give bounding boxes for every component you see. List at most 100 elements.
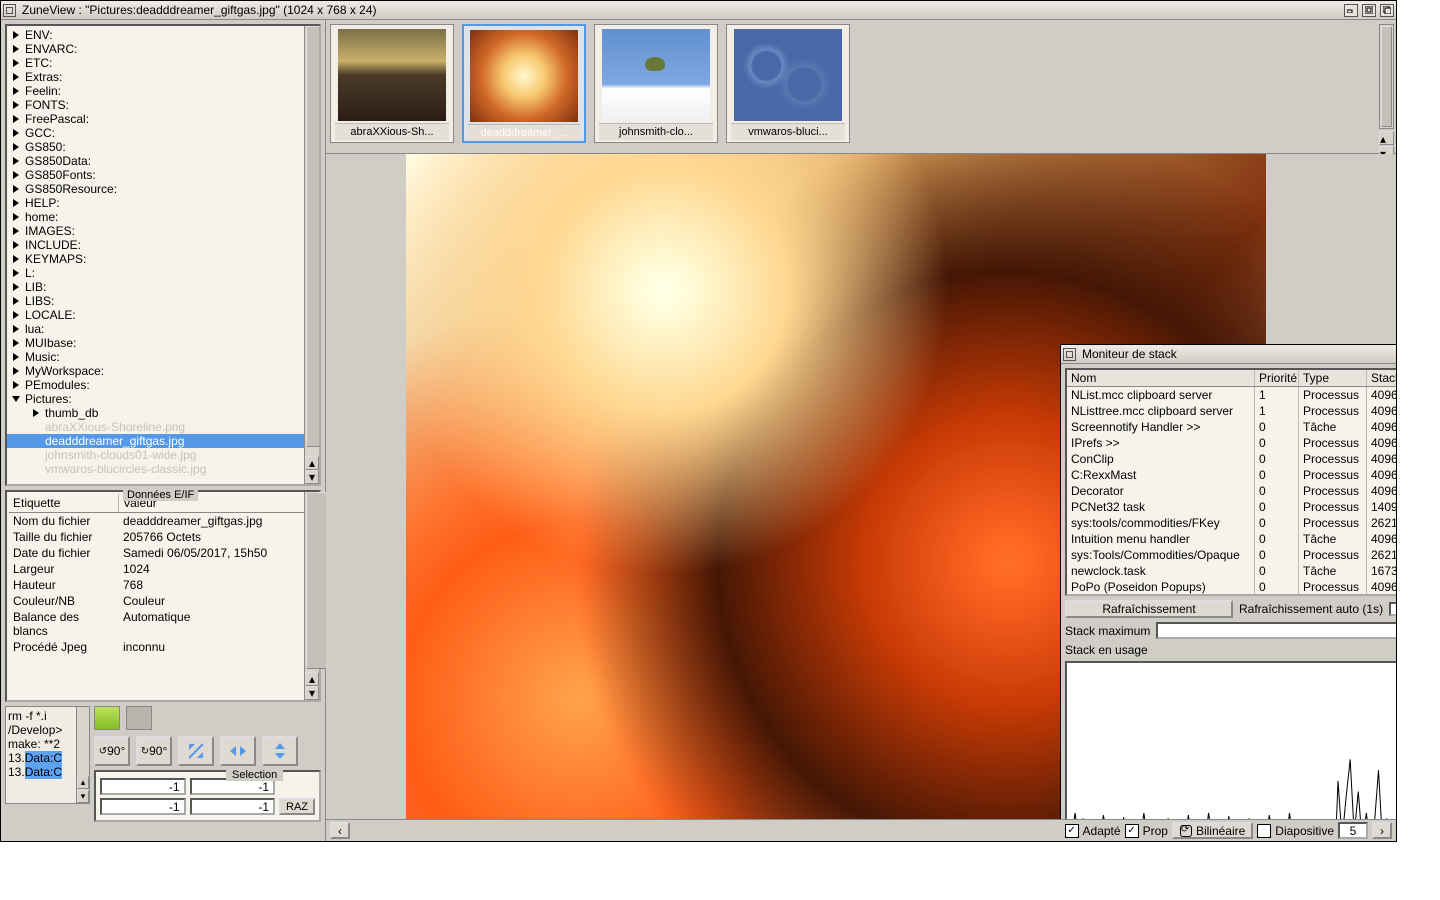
expand-icon[interactable] (13, 353, 19, 361)
shell-overlay[interactable]: rm -f *.i/Develop>make: **213.Data:C13.D… (5, 706, 90, 804)
expand-icon[interactable] (13, 381, 19, 389)
tree-item[interactable]: ETC: (7, 56, 319, 70)
main-titlebar[interactable]: ZuneView : "Pictures:deadddreamer_giftga… (1, 1, 1396, 20)
flip-diag-button[interactable] (178, 736, 214, 766)
raz-button[interactable]: RAZ (279, 798, 315, 815)
tree-item[interactable]: LIBS: (7, 294, 319, 308)
process-row[interactable]: sys:Tools/Commodities/Opaque0Processus26… (1067, 547, 1396, 563)
sysmenu-icon[interactable] (1063, 348, 1076, 361)
selection-x2[interactable]: -1 (100, 798, 186, 815)
tree-item[interactable]: ENVARC: (7, 42, 319, 56)
tree-item[interactable]: johnsmith-clouds01-wide.jpg (7, 448, 319, 462)
sysmenu-icon[interactable] (3, 4, 16, 17)
tree-item[interactable]: GCC: (7, 126, 319, 140)
refresh-button[interactable]: Rafraîchissement (1065, 600, 1233, 618)
expand-icon[interactable] (13, 157, 19, 165)
rotate-left-button[interactable]: ↺90° (94, 736, 130, 766)
thumbnail[interactable]: deadddreamer_... (462, 24, 586, 143)
tree-item[interactable]: ENV: (7, 28, 319, 42)
thumb-scrollbar[interactable] (1379, 24, 1394, 129)
scroll-down-icon[interactable]: ▾ (77, 790, 89, 803)
tree-item[interactable]: GS850Resource: (7, 182, 319, 196)
expand-icon[interactable] (13, 297, 19, 305)
stackmon-titlebar[interactable]: Moniteur de stack (1061, 345, 1396, 364)
thumbnail[interactable]: abraXXious-Sh... (330, 24, 454, 143)
stack-monitor-window[interactable]: Moniteur de stack Nom Priorité (1060, 344, 1396, 819)
tree-item[interactable]: FreePascal: (7, 112, 319, 126)
selection-y2[interactable]: -1 (190, 798, 276, 815)
flip-horiz-button[interactable] (220, 736, 256, 766)
process-row[interactable]: NListtree.mcc clipboard server1Processus… (1067, 403, 1396, 419)
process-row[interactable]: ConClip0Processus40960 (1067, 451, 1396, 467)
tree-item[interactable]: abraXXious-Shoreline.png (7, 420, 319, 434)
exif-scrollbar[interactable]: ▴ ▾ (304, 492, 319, 700)
tree-item[interactable]: Extras: (7, 70, 319, 84)
expand-icon[interactable] (13, 45, 19, 53)
expand-icon[interactable] (12, 396, 20, 402)
scroll-down-icon[interactable]: ▾ (305, 686, 319, 700)
adapte-checkbox[interactable]: ✓Adapté (1065, 824, 1121, 838)
tree-scrollbar[interactable]: ▴ ▾ (304, 26, 319, 484)
scroll-up-icon[interactable]: ▴ (305, 672, 319, 686)
scroll-up-icon[interactable]: ▴ (305, 456, 319, 470)
tree-item[interactable]: Music: (7, 350, 319, 364)
process-row[interactable]: C:RexxMast0Processus40960 (1067, 467, 1396, 483)
expand-icon[interactable] (13, 171, 19, 179)
process-row[interactable]: PoPo (Poseidon Popups)0Processus40960 (1067, 579, 1396, 595)
tree-item[interactable]: HELP: (7, 196, 319, 210)
tree-item[interactable]: LOCALE: (7, 308, 319, 322)
tree-item[interactable]: L: (7, 266, 319, 280)
tree-item[interactable]: lua: (7, 322, 319, 336)
tree-item[interactable]: vmwaros-blucircles-classic.jpg (7, 462, 319, 476)
process-row[interactable]: Screennotify Handler >>0Tâche40960 (1067, 419, 1396, 435)
volume-tree[interactable]: ENV:ENVARC:ETC:Extras:Feelin:FONTS:FreeP… (5, 24, 321, 486)
prop-checkbox[interactable]: ✓Prop (1125, 824, 1168, 838)
expand-icon[interactable] (13, 87, 19, 95)
expand-icon[interactable] (13, 269, 19, 277)
filter-cycle[interactable]: Bilinéaire (1172, 822, 1253, 839)
expand-icon[interactable] (13, 73, 19, 81)
expand-icon[interactable] (13, 241, 19, 249)
flip-vert-button[interactable] (262, 736, 298, 766)
tree-item[interactable]: LIB: (7, 280, 319, 294)
process-row[interactable]: PCNet32 task0Processus140960 (1067, 499, 1396, 515)
tree-item[interactable]: MUIbase: (7, 336, 319, 350)
col-priorite[interactable]: Priorité (1255, 370, 1299, 386)
expand-icon[interactable] (13, 59, 19, 67)
col-type[interactable]: Type (1299, 370, 1367, 386)
selection-x1[interactable]: -1 (100, 778, 186, 795)
tree-item[interactable]: GS850: (7, 140, 319, 154)
tree-item[interactable]: GS850Fonts: (7, 168, 319, 182)
tree-item[interactable]: PEmodules: (7, 378, 319, 392)
process-row[interactable]: IPrefs >>0Processus40960 (1067, 435, 1396, 451)
tree-item[interactable]: INCLUDE: (7, 238, 319, 252)
thumbnail[interactable]: johnsmith-clo... (594, 24, 718, 143)
col-stack[interactable]: Stack allouée (1367, 370, 1396, 386)
process-row[interactable]: Intuition menu handler0Tâche40960 (1067, 531, 1396, 547)
tree-item[interactable]: Feelin: (7, 84, 319, 98)
scroll-up-icon[interactable]: ▴ (77, 776, 89, 789)
process-row[interactable]: NList.mcc clipboard server1Processus4096… (1067, 387, 1396, 403)
thumb-scroll-up[interactable]: ▴ (1379, 131, 1394, 145)
prev-image-button[interactable]: ‹ (330, 822, 350, 839)
expand-icon[interactable] (13, 101, 19, 109)
expand-icon[interactable] (13, 311, 19, 319)
auto-refresh-checkbox[interactable] (1389, 602, 1396, 616)
process-list[interactable]: Nom Priorité Type Stack allouée NList.mc… (1065, 368, 1396, 596)
expand-icon[interactable] (33, 409, 39, 417)
tree-item[interactable]: deadddreamer_giftgas.jpg (7, 434, 319, 448)
next-image-button[interactable]: › (1372, 822, 1392, 839)
process-row[interactable]: Poseidon Event Broadcast0Tâche8192 (1067, 595, 1396, 596)
expand-icon[interactable] (13, 31, 19, 39)
expand-icon[interactable] (13, 129, 19, 137)
process-row[interactable]: sys:tools/commodities/FKey0Processus2621… (1067, 515, 1396, 531)
rotate-right-button[interactable]: ↻90° (136, 736, 172, 766)
expand-icon[interactable] (13, 367, 19, 375)
depth-button[interactable] (1380, 4, 1394, 17)
iconify-button[interactable] (1344, 4, 1358, 17)
scroll-down-icon[interactable]: ▾ (305, 470, 319, 484)
expand-icon[interactable] (13, 143, 19, 151)
col-nom[interactable]: Nom (1067, 370, 1255, 386)
thumbnail[interactable]: vmwaros-bluci... (726, 24, 850, 143)
tree-item[interactable]: IMAGES: (7, 224, 319, 238)
